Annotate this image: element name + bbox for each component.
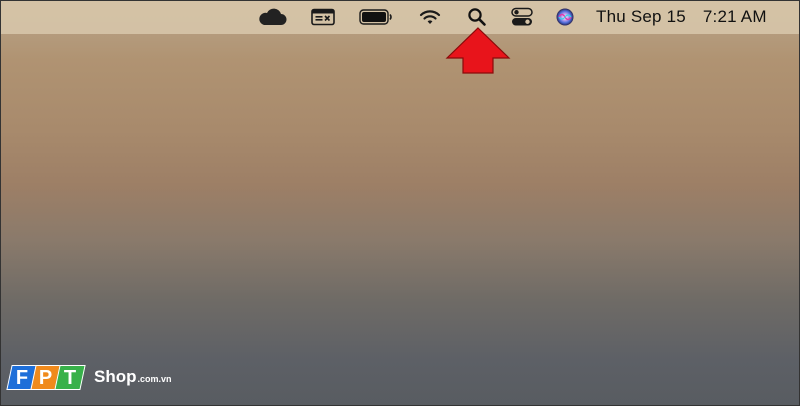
- menubar-time: 7:21 AM: [702, 7, 767, 26]
- fptshop-watermark: F P T Shop .com.vn: [6, 362, 172, 392]
- battery-icon[interactable]: [358, 0, 394, 34]
- cloud-icon[interactable]: [256, 0, 288, 34]
- logo-brand: Shop: [94, 367, 137, 386]
- menubar-clock[interactable]: Thu Sep 15 7:21 AM: [596, 0, 767, 34]
- menu-bar: Thu Sep 15 7:21 AM: [0, 0, 800, 34]
- annotation-arrow: [445, 27, 511, 74]
- screen-capture-icon[interactable]: [310, 0, 336, 34]
- control-center-icon[interactable]: [510, 0, 534, 34]
- desktop-wallpaper: [0, 0, 800, 406]
- menubar-date: Thu Sep 15: [596, 7, 686, 26]
- logo-tile-t: T: [54, 364, 86, 390]
- wifi-icon[interactable]: [418, 0, 442, 34]
- logo-domain: .com.vn: [137, 374, 172, 384]
- siri-icon[interactable]: [554, 0, 576, 34]
